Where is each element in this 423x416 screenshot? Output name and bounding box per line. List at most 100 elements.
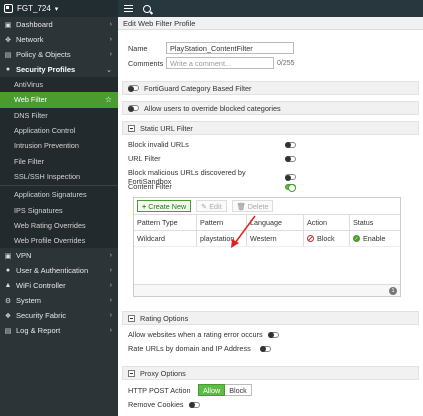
cell-language: Western [247,231,304,246]
url-filter-row: URL Filter [128,154,296,163]
sidebar-item-label: User & Authentication [16,266,89,276]
sidebar-item-label: Application Control [14,126,76,136]
search-icon[interactable] [143,4,151,13]
proxy-options-label: Proxy Options [140,368,186,378]
vpn-icon: ▣ [4,252,12,260]
sidebar-item-log-report[interactable]: ▤ Log & Report › [0,323,118,338]
column-header-pattern-type[interactable]: Pattern Type [134,215,197,230]
http-post-allow-button[interactable]: Allow [198,384,226,396]
hamburger-menu-icon[interactable] [124,5,133,12]
sidebar-item-network[interactable]: ✥ Network › [0,32,118,47]
allow-rating-error-row: Allow websites when a rating error occur… [128,330,279,339]
sidebar-item-antivirus[interactable]: AntiVirus [0,77,118,92]
cell-pattern-type: Wildcard [134,231,197,246]
name-label: Name [128,43,148,53]
sidebar-item-label: AntiVirus [14,80,44,90]
proxy-options-section[interactable]: Proxy Options [122,366,419,380]
create-new-button[interactable]: + Create New [137,200,192,212]
sidebar-item-intrusion-prevention[interactable]: Intrusion Prevention [0,138,118,153]
plus-icon: + [142,201,147,211]
name-field[interactable]: PlayStation_ContentFilter [166,42,294,54]
rate-urls-toggle[interactable] [260,345,271,352]
policy-icon: ▤ [4,51,12,59]
remove-cookies-label: Remove Cookies [128,400,184,409]
http-post-action-toggle: Allow Block [198,384,252,396]
sidebar-item-vpn[interactable]: ▣ VPN › [0,248,118,263]
column-header-action[interactable]: Action [304,215,350,230]
fortinet-logo-icon [4,4,13,13]
sidebar-item-system[interactable]: ⚙ System › [0,293,118,308]
sidebar-item-label: Policy & Objects [16,50,71,59]
fortiguard-filter-toggle[interactable] [128,85,139,92]
comments-char-count: 0/255 [277,59,295,67]
sidebar-item-label: Security Fabric [16,311,67,321]
content-filter-toggle[interactable] [285,183,296,192]
table-header: Pattern Type Pattern Language Action Sta… [134,215,400,231]
http-post-block-button[interactable]: Block [225,384,252,396]
fortiguard-filter-section: FortiGuard Category Based Filter [122,81,419,95]
column-header-status[interactable]: Status [350,215,400,230]
sidebar-item-application-control[interactable]: Application Control [0,123,118,138]
collapse-icon[interactable] [128,314,135,322]
pencil-icon: ✎ [201,201,208,211]
sidebar-item-dns-filter[interactable]: DNS Filter [0,108,118,123]
block-icon [307,235,314,242]
static-url-filter-section[interactable]: Static URL Filter [122,121,419,135]
column-header-pattern[interactable]: Pattern [197,215,247,230]
sidebar-item-security-fabric[interactable]: ❖ Security Fabric › [0,308,118,323]
table-row[interactable]: Wildcard playstation Western Block ✓ Enab… [134,231,400,247]
sidebar-item-label: File Filter [14,156,44,166]
trash-icon: 🗑 [236,201,246,211]
sidebar-item-label: VPN [16,251,32,261]
sidebar-item-policy-objects[interactable]: ▤ Policy & Objects › [0,47,118,62]
block-invalid-urls-toggle[interactable] [285,141,296,148]
column-header-language[interactable]: Language [247,215,304,230]
check-icon: ✓ [353,235,360,242]
sidebar-item-security-profiles[interactable]: ● Security Profiles ⌄ [0,62,118,77]
sidebar-item-web-rating-overrides[interactable]: Web Rating Overrides [0,218,118,233]
allow-rating-error-label: Allow websites when a rating error occur… [128,330,263,339]
delete-button[interactable]: 🗑 Delete [231,200,274,212]
sidebar-item-label: Log & Report [16,326,61,336]
sidebar: ▣ Dashboard › ✥ Network › ▤ Policy & Obj… [0,17,118,416]
override-blocked-toggle[interactable] [128,105,139,112]
collapse-icon[interactable] [128,369,135,377]
rating-options-section[interactable]: Rating Options [122,311,419,325]
action-value: Block [317,234,335,243]
sidebar-item-ssl-ssh-inspection[interactable]: SSL/SSH Inspection [0,169,118,184]
fortiguard-filter-label: FortiGuard Category Based Filter [144,83,252,93]
chevron-down-icon: ▾ [54,5,59,13]
sidebar-item-dashboard[interactable]: ▣ Dashboard › [0,17,118,32]
override-blocked-section: Allow users to override blocked categori… [122,101,419,115]
star-icon[interactable]: ☆ [105,95,112,104]
sidebar-item-ips-signatures[interactable]: IPS Signatures [0,202,118,217]
chevron-right-icon: › [109,21,112,28]
content-filter-label: Content Filter [128,182,172,191]
chevron-down-icon: ⌄ [106,66,112,74]
chevron-right-icon: › [109,282,112,290]
collapse-icon[interactable] [128,124,135,132]
sidebar-item-user-authentication[interactable]: ● User & Authentication › [0,263,118,278]
content-filter-table: + Create New ✎ Edit 🗑 Delete Pattern Type P… [133,197,401,297]
sidebar-item-wifi-controller[interactable]: ▲ WiFi Controller › [0,278,118,293]
sidebar-item-web-filter[interactable]: Web Filter ☆ [0,92,118,108]
fabric-icon: ❖ [4,312,12,320]
block-malicious-urls-toggle[interactable] [285,174,296,181]
security-profiles-submenu: AntiVirus Web Filter ☆ DNS Filter Applica… [0,77,118,249]
sidebar-item-label: IPS Signatures [14,205,63,215]
sidebar-item-label: Web Profile Overrides [14,236,86,246]
user-icon: ● [5,267,11,275]
remove-cookies-toggle[interactable] [188,401,200,408]
sidebar-item-file-filter[interactable]: File Filter [0,153,118,168]
device-selector[interactable]: FGT_724 ▾ [0,0,118,17]
url-filter-toggle[interactable] [285,155,296,162]
sidebar-item-application-signatures[interactable]: Application Signatures [0,187,118,202]
sidebar-item-web-profile-overrides[interactable]: Web Profile Overrides [0,233,118,248]
rate-urls-row: Rate URLs by domain and IP Address [128,344,271,353]
allow-rating-error-toggle[interactable] [267,331,279,338]
log-icon: ▤ [4,327,12,335]
sidebar-item-label: Dashboard [16,20,53,29]
edit-button[interactable]: ✎ Edit [196,200,227,212]
comments-field[interactable]: Write a comment... [166,57,274,69]
content-filter-row: Content Filter [128,182,296,192]
